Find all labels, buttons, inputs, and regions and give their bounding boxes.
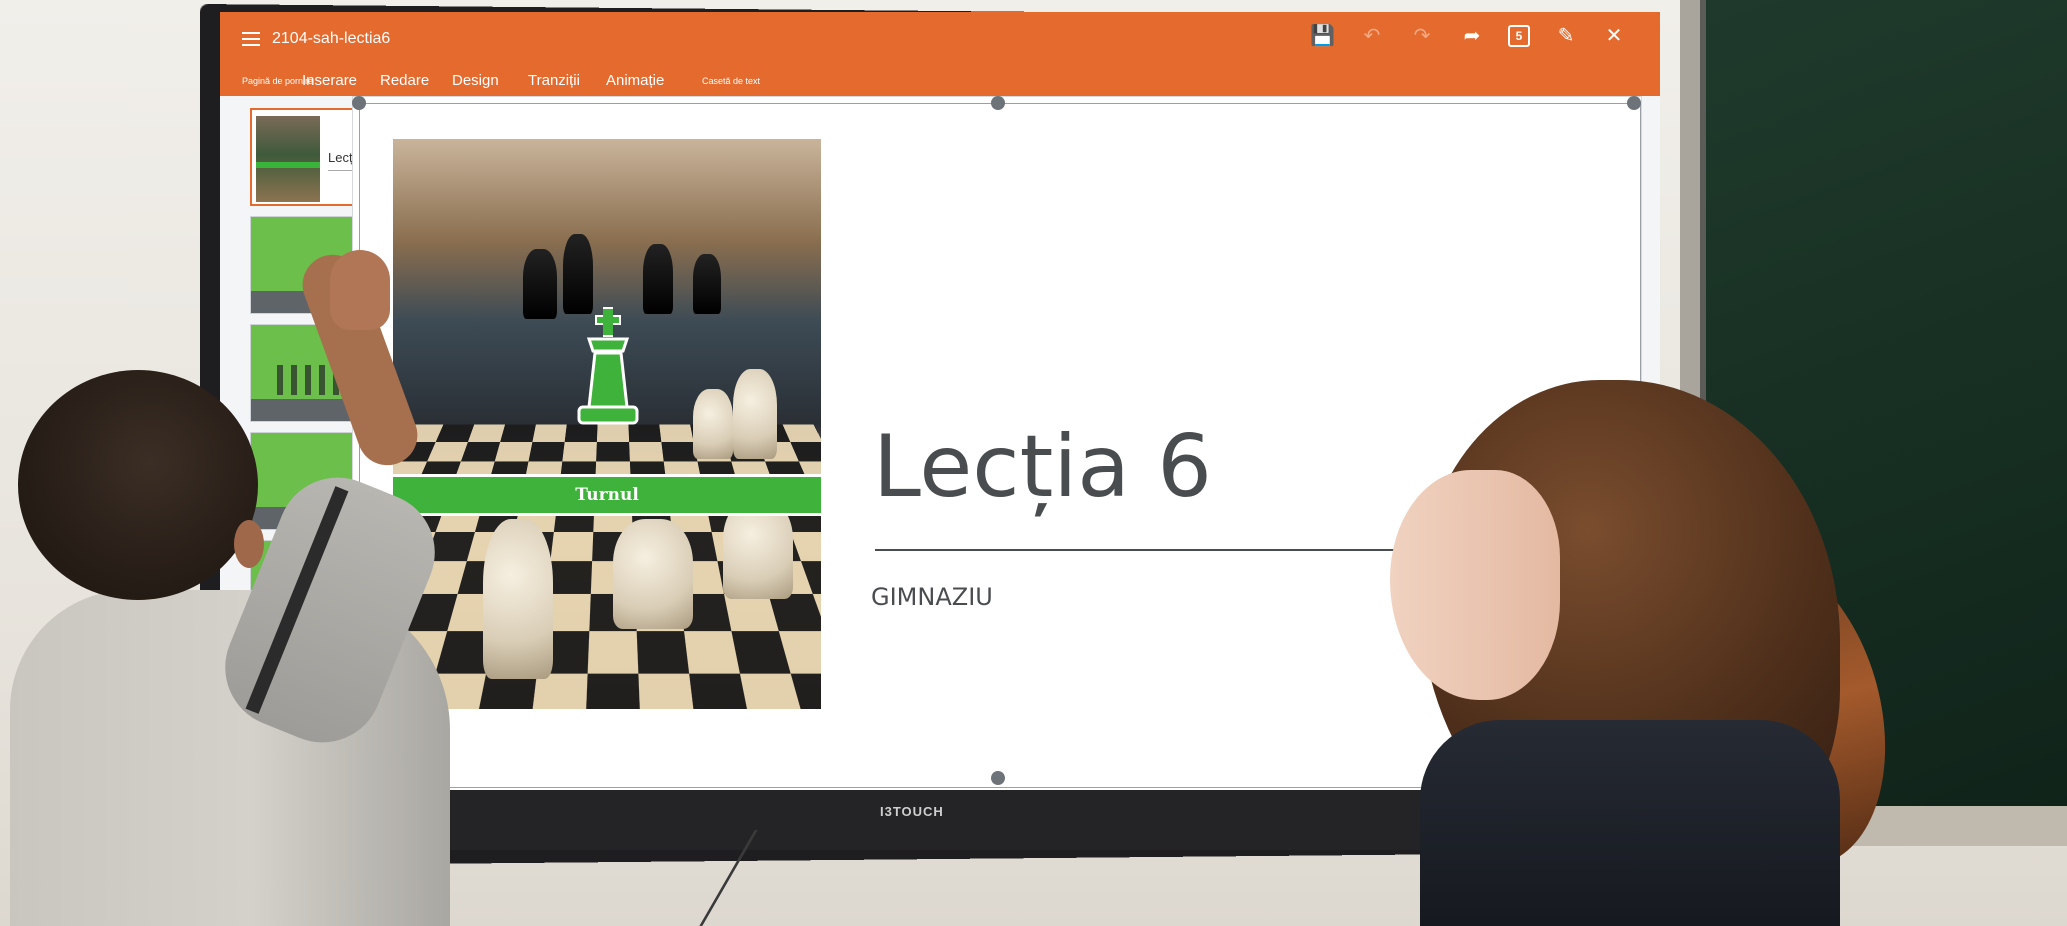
student-boy (0, 246, 520, 926)
dark-chess-piece (563, 234, 593, 314)
thumbnail-caption-band (256, 162, 320, 168)
student-girl (1380, 380, 1920, 926)
slide-title[interactable]: Lecția 6 (873, 417, 1212, 517)
resize-handle-top-right[interactable] (1627, 96, 1641, 110)
tab-playback[interactable]: Redare (380, 72, 429, 89)
document-title: 2104-sah-lectia6 (272, 30, 391, 47)
title-bar: 2104-sah-lectia6 Pagină de pornire Inser… (220, 12, 1660, 96)
tab-insert[interactable]: Inserare (302, 72, 357, 89)
pointing-hand (330, 250, 390, 330)
boy-ear (234, 520, 264, 568)
present-icon[interactable]: 5 (1508, 25, 1530, 47)
tab-design[interactable]: Design (452, 72, 499, 89)
dark-chess-piece (643, 244, 673, 314)
share-icon[interactable]: ➦ (1460, 24, 1484, 48)
close-icon[interactable]: ✕ (1602, 24, 1626, 48)
title-underline (875, 549, 1435, 551)
resize-handle-top-center[interactable] (991, 96, 1005, 110)
display-brand: I3TOUCH (880, 804, 944, 819)
light-chess-piece (693, 389, 733, 459)
hamburger-menu-icon[interactable] (242, 32, 260, 46)
redo-icon[interactable]: ↷ (1410, 24, 1434, 48)
tab-text-box[interactable]: Casetă de text (702, 76, 760, 86)
tab-animation[interactable]: Animație (606, 72, 664, 89)
slide-subtitle[interactable]: GIMNAZIU (871, 583, 993, 611)
dark-chess-piece (523, 249, 557, 319)
girl-jacket (1420, 720, 1840, 926)
resize-handle-bottom-center[interactable] (991, 771, 1005, 785)
boy-head (18, 370, 258, 600)
girl-face (1390, 470, 1560, 700)
tab-transitions[interactable]: Tranziții (528, 72, 580, 89)
undo-icon[interactable]: ↶ (1360, 24, 1384, 48)
dark-chess-piece (693, 254, 721, 314)
king-icon (577, 307, 639, 425)
light-chess-piece (613, 519, 693, 629)
pen-icon[interactable]: ✎ (1554, 24, 1578, 48)
resize-handle-top-left[interactable] (352, 96, 366, 110)
save-icon[interactable]: 💾 (1310, 24, 1335, 48)
light-chess-piece (733, 369, 777, 459)
thumbnail-photo (256, 116, 320, 202)
